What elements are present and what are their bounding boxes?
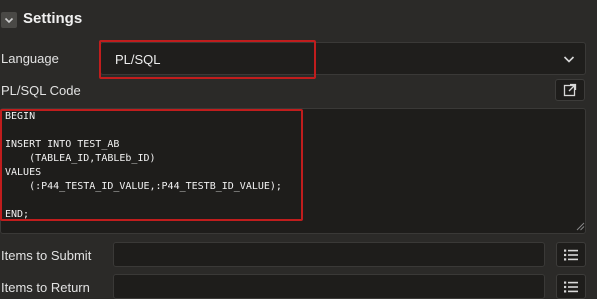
expand-icon <box>563 83 577 97</box>
language-highlight-box <box>99 40 316 79</box>
section-title: Settings <box>23 10 83 27</box>
chevron-down-icon <box>563 56 575 63</box>
code-label: PL/SQL Code <box>1 83 81 98</box>
code-highlight-box <box>0 109 303 221</box>
items-to-submit-input[interactable] <box>113 242 545 267</box>
items-to-submit-label: Items to Submit <box>1 248 92 263</box>
items-to-return-label: Items to Return <box>1 280 90 295</box>
expand-editor-button[interactable] <box>555 79 585 101</box>
resize-grip-icon[interactable] <box>576 222 585 231</box>
settings-collapse-toggle[interactable] <box>1 12 17 28</box>
list-icon <box>564 249 578 260</box>
items-to-return-picker-button[interactable] <box>556 274 586 299</box>
items-to-submit-picker-button[interactable] <box>556 242 586 267</box>
list-icon <box>564 281 578 292</box>
language-label: Language <box>1 51 59 66</box>
items-to-return-input[interactable] <box>113 274 545 299</box>
chevron-down-icon <box>4 17 14 24</box>
